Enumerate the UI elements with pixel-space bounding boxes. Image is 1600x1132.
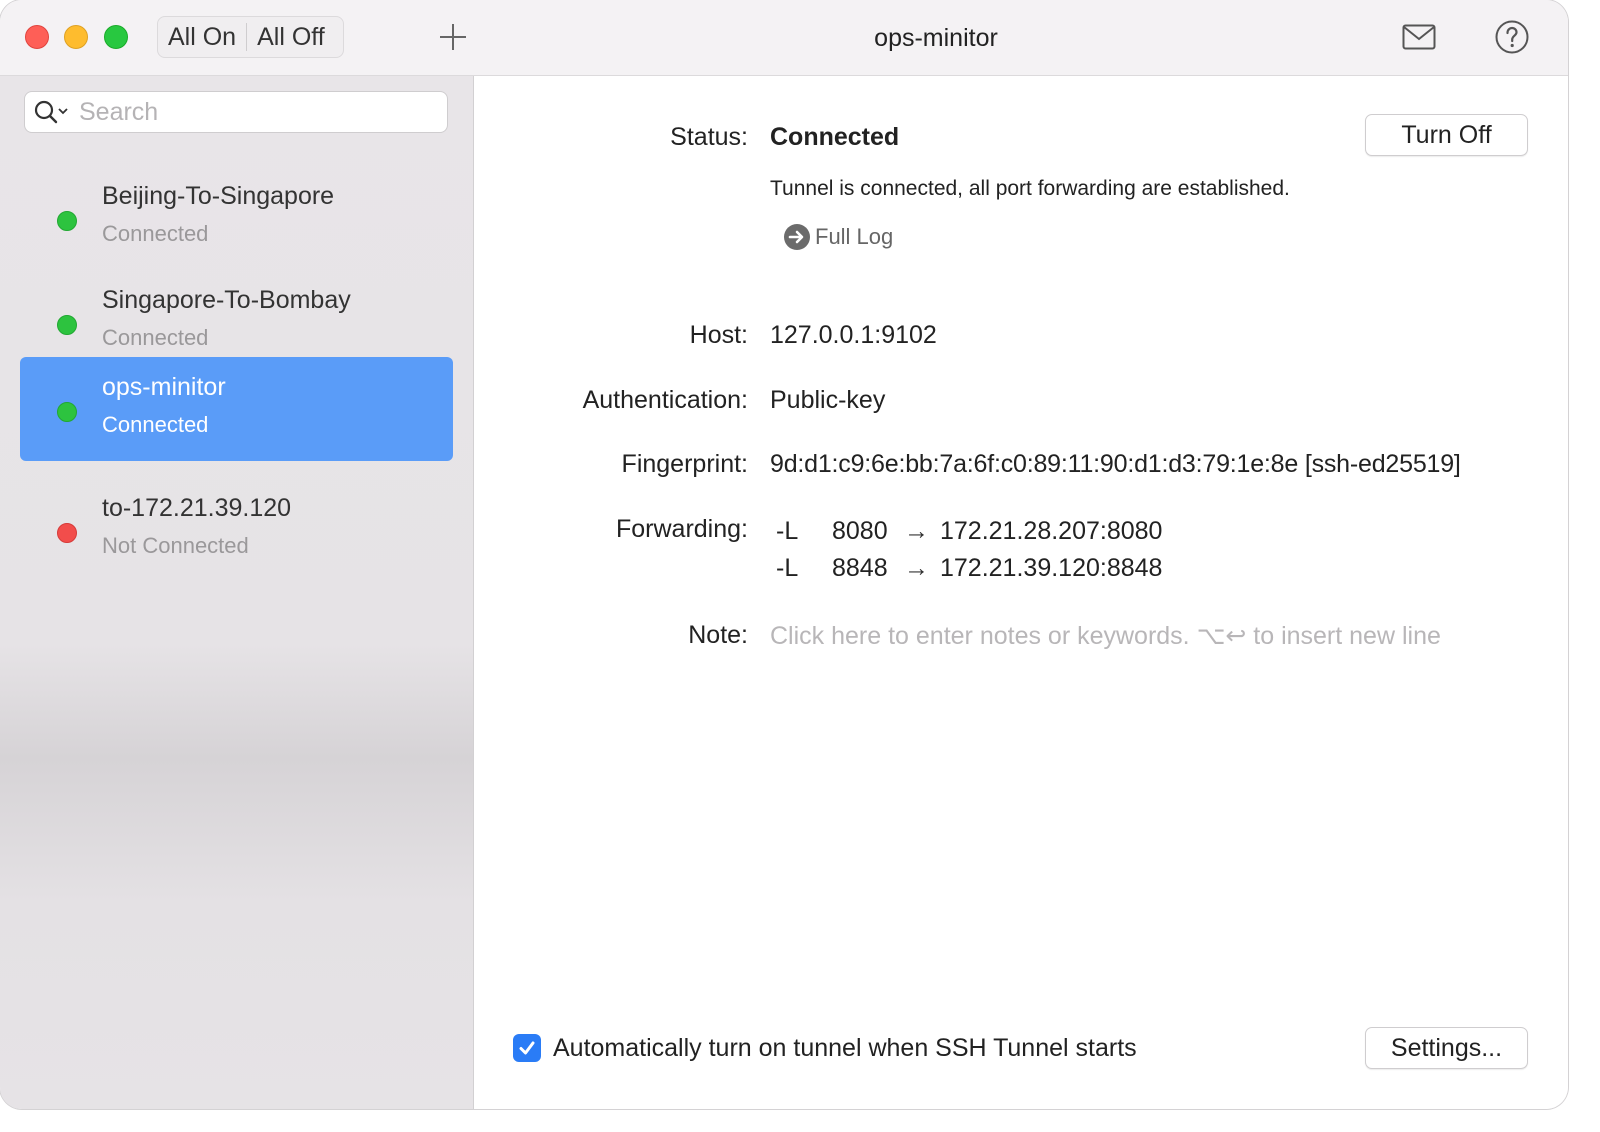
arrow-right-icon: → xyxy=(904,554,929,582)
tunnel-name: ops-minitor xyxy=(102,373,226,401)
arrow-right-icon: → xyxy=(904,517,929,545)
tunnel-item-ops-minitor[interactable]: ops-minitor Connected xyxy=(20,357,453,461)
forwarding-rule: -L 8848 → 172.21.39.120:8848 xyxy=(776,554,1162,583)
tunnel-item-to-172-21-39-120[interactable]: to-172.21.39.120 Not Connected xyxy=(20,478,453,582)
status-indicator-disconnected xyxy=(57,523,77,543)
all-toggle-segment: All On All Off xyxy=(157,16,344,58)
tunnel-status: Connected xyxy=(102,221,209,246)
status-indicator-connected xyxy=(57,211,77,231)
tunnel-item-beijing-to-singapore[interactable]: Beijing-To-Singapore Connected xyxy=(20,166,453,270)
status-indicator-connected xyxy=(57,315,77,335)
title-bar: All On All Off ops-minitor xyxy=(0,0,1568,76)
forwarding-label: Forwarding: xyxy=(616,515,748,543)
authentication-value: Public-key xyxy=(770,386,886,414)
tunnel-sidebar: Beijing-To-Singapore Connected Singapore… xyxy=(0,76,474,1109)
search-input[interactable] xyxy=(79,96,439,128)
full-log-label: Full Log xyxy=(815,224,894,249)
minimize-window-button[interactable] xyxy=(64,25,88,49)
host-value: 127.0.0.1:9102 xyxy=(770,321,937,349)
forwarding-flag: -L xyxy=(776,517,799,545)
tunnel-name: Singapore-To-Bombay xyxy=(102,286,351,314)
all-off-button[interactable]: All Off xyxy=(247,17,335,57)
tunnel-status: Not Connected xyxy=(102,533,249,558)
tunnel-status: Connected xyxy=(102,412,209,437)
settings-button[interactable]: Settings... xyxy=(1365,1027,1528,1069)
note-label: Note: xyxy=(688,621,748,649)
status-message: Tunnel is connected, all port forwarding… xyxy=(770,177,1290,200)
window-title: ops-minitor xyxy=(874,24,998,52)
auto-start-label[interactable]: Automatically turn on tunnel when SSH Tu… xyxy=(553,1034,1137,1063)
app-window: All On All Off ops-minitor Search Beijin… xyxy=(0,0,1568,1109)
forwarding-flag: -L xyxy=(776,554,799,582)
all-on-button[interactable]: All On xyxy=(158,17,246,57)
tunnel-name: to-172.21.39.120 xyxy=(102,494,292,522)
forwarding-local-port: 8080 xyxy=(832,517,888,545)
fingerprint-value: 9d:d1:c9:6e:bb:7a:6f:c0:89:11:90:d1:d3:7… xyxy=(770,450,1461,478)
tunnel-detail-panel: Status: Connected Turn Off Tunnel is con… xyxy=(475,76,1568,1109)
help-icon[interactable] xyxy=(1495,20,1529,54)
close-window-button[interactable] xyxy=(25,25,49,49)
search-field xyxy=(24,91,448,133)
zoom-window-button[interactable] xyxy=(104,25,128,49)
full-log-link[interactable]: Full Log xyxy=(783,223,893,251)
authentication-label: Authentication: xyxy=(582,386,748,414)
tunnel-status: Connected xyxy=(102,325,209,350)
status-value: Connected xyxy=(770,123,900,151)
forwarding-rule: -L 8080 → 172.21.28.207:8080 xyxy=(776,517,1162,546)
add-tunnel-button[interactable] xyxy=(438,22,468,52)
forwarding-local-port: 8848 xyxy=(832,554,888,582)
host-label: Host: xyxy=(689,321,748,349)
fingerprint-label: Fingerprint: xyxy=(621,450,748,478)
turn-off-button[interactable]: Turn Off xyxy=(1365,114,1528,156)
status-label: Status: xyxy=(670,123,748,151)
auto-start-checkbox[interactable] xyxy=(513,1034,541,1062)
forwarding-remote: 172.21.28.207:8080 xyxy=(940,517,1163,545)
tunnel-name: Beijing-To-Singapore xyxy=(102,182,335,210)
mail-icon[interactable] xyxy=(1402,24,1436,50)
note-field[interactable]: Click here to enter notes or keywords. ⌥… xyxy=(770,621,1441,651)
status-indicator-connected xyxy=(57,402,77,422)
checkmark-icon xyxy=(519,1041,535,1055)
forwarding-remote: 172.21.39.120:8848 xyxy=(940,554,1163,582)
arrow-right-circle-icon xyxy=(784,224,810,250)
search-icon[interactable] xyxy=(33,99,73,127)
